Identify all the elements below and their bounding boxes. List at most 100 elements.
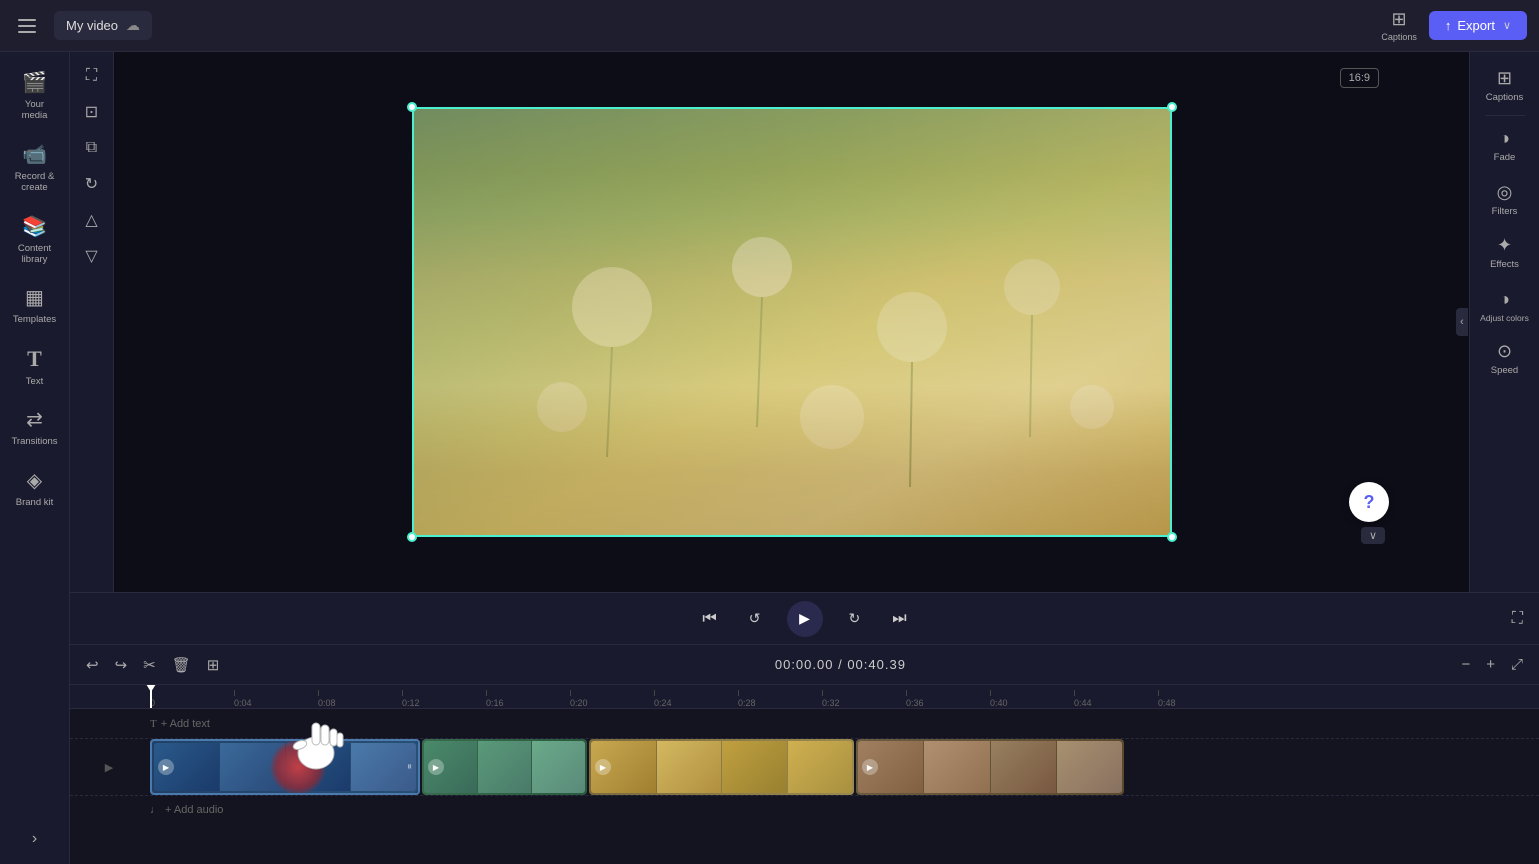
timeline-area: ↩ ↪ ✂ 🗑 ⊞ 00:00.00 / 00:40.39 − + ⤢ (70, 644, 1539, 864)
pip-tool-btn[interactable]: ⧉ (76, 132, 108, 164)
help-chevron-btn[interactable]: ∨ (1361, 527, 1385, 544)
fit-timeline-btn[interactable]: ⤢ (1507, 652, 1527, 677)
chevron-down-icon: ∨ (1369, 530, 1377, 542)
undo-btn[interactable]: ↩ (82, 652, 103, 678)
clip-1-thumb-3 (286, 743, 351, 791)
video-clip-2[interactable]: ▶ (422, 739, 587, 795)
add-media-btn[interactable]: ⊞ (203, 652, 224, 678)
sidebar-item-your-media[interactable]: 🎬 Your media (6, 60, 64, 132)
sidebar-item-label-templates: Templates (13, 314, 56, 325)
add-text-btn[interactable]: T + Add text (150, 718, 210, 730)
tool-panel: ⛶ ⊡ ⧉ ↻ △ ▽ (70, 52, 114, 592)
fade-label: Fade (1494, 152, 1516, 163)
sidebar-item-templates[interactable]: ▦ Templates (6, 275, 64, 335)
playhead[interactable] (150, 685, 152, 708)
video-title-tab[interactable]: My video ☁ (54, 11, 152, 40)
ruler-mark-12: 0:12 (402, 690, 486, 708)
sidebar-item-transitions[interactable]: ⇄ Transitions (6, 397, 64, 457)
clip-2-thumb-2 (478, 741, 531, 793)
zoom-in-btn[interactable]: + (1482, 652, 1499, 677)
delete-btn[interactable]: 🗑 (168, 652, 195, 678)
fullscreen-icon: ⛶ (1512, 610, 1523, 627)
text-track: T + Add text (70, 709, 1539, 739)
corner-handle-bottom-left[interactable] (407, 532, 417, 542)
add-text-label-text: + Add text (161, 718, 210, 730)
help-button[interactable]: ? (1349, 482, 1389, 522)
main-area: 🎬 Your media 📹 Record & create 📚 Content… (0, 52, 1539, 864)
right-tool-fade[interactable]: ◑ Fade (1475, 120, 1535, 171)
rewind-5s-btn[interactable]: ↺ (743, 604, 767, 633)
cloud-icon: ☁ (126, 17, 140, 34)
crop-tool-btn[interactable]: ⊡ (76, 96, 108, 128)
right-panel-collapse-btn[interactable]: ‹ (1456, 308, 1468, 336)
video-track-icon: ▶ (105, 761, 113, 774)
sidebar-item-brand-kit[interactable]: ◈ Brand kit (6, 458, 64, 518)
ruler-mark-0: 0 (150, 690, 234, 708)
skip-to-end-btn[interactable]: ⏭ (886, 604, 912, 634)
your-media-icon: 🎬 (22, 70, 47, 95)
timeline-ruler: 0 0:04 0:08 0:12 0:16 0:20 0:24 0:28 0:3… (70, 685, 1539, 709)
rewind-5-icon: ↺ (749, 610, 761, 627)
right-tool-speed[interactable]: ⊙ Speed (1475, 333, 1535, 384)
skip-to-start-btn[interactable]: ⏮ (696, 604, 722, 634)
right-tool-adjust-colors[interactable]: ◑ Adjust colors (1475, 281, 1535, 331)
add-audio-btn[interactable]: ♩ + Add audio (150, 804, 223, 816)
corner-handle-top-right[interactable] (1167, 102, 1177, 112)
fullscreen-tool-btn[interactable]: ⛶ (76, 60, 108, 92)
audio-track: ♩ + Add audio (70, 795, 1539, 823)
captions-tool-label: Captions (1486, 92, 1524, 103)
corner-handle-top-left[interactable] (407, 102, 417, 112)
sidebar-collapse-btn[interactable]: › (24, 822, 45, 856)
topbar-right: ⊞ Captions ↑ Export ∨ (1381, 9, 1527, 42)
rotate-tool-btn[interactable]: ↻ (76, 168, 108, 200)
left-sidebar: 🎬 Your media 📹 Record & create 📚 Content… (0, 52, 70, 864)
play-pause-btn[interactable]: ▶ (787, 601, 823, 637)
flip-vertical-tool-btn[interactable]: ▽ (76, 240, 108, 272)
current-time: 00:00.00 (775, 657, 834, 672)
zoom-out-btn[interactable]: − (1457, 652, 1474, 677)
sidebar-item-text[interactable]: T Text (6, 336, 64, 397)
export-label: Export (1457, 18, 1495, 33)
clip-3-thumb-3 (722, 741, 787, 793)
ruler-mark-16: 0:16 (486, 690, 570, 708)
ruler-mark-8: 0:08 (318, 690, 402, 708)
video-clip-3[interactable]: ▶ (589, 739, 854, 795)
export-button[interactable]: ↑ Export ∨ (1429, 11, 1527, 40)
playhead-triangle (146, 685, 156, 692)
transitions-icon: ⇄ (26, 407, 43, 432)
flip-horizontal-tool-btn[interactable]: △ (76, 204, 108, 236)
sidebar-item-content-library[interactable]: 📚 Content library (6, 204, 64, 276)
corner-handle-bottom-right[interactable] (1167, 532, 1177, 542)
ruler-mark-44: 0:44 (1074, 690, 1158, 708)
filters-label: Filters (1492, 206, 1518, 217)
video-clip-4[interactable]: ▶ (856, 739, 1124, 795)
captions-icon: ⊞ (1497, 68, 1512, 89)
ruler-mark-36: 0:36 (906, 690, 990, 708)
cut-btn[interactable]: ✂ (139, 652, 160, 678)
hamburger-menu-icon[interactable] (12, 13, 42, 39)
preview-fullscreen-btn[interactable]: ⛶ (1512, 610, 1523, 628)
clip-4-play-icon: ▶ (862, 759, 878, 775)
right-tool-effects[interactable]: ✦ Effects (1475, 227, 1535, 278)
sidebar-item-record-create[interactable]: 📹 Record & create (6, 132, 64, 204)
sidebar-item-label-brand-kit: Brand kit (16, 497, 54, 508)
ruler-mark-4: 0:04 (234, 690, 318, 708)
redo-btn[interactable]: ↪ (111, 652, 132, 678)
timeline-toolbar: ↩ ↪ ✂ 🗑 ⊞ 00:00.00 / 00:40.39 − + ⤢ (70, 645, 1539, 685)
clip-2-play-icon: ▶ (428, 759, 444, 775)
export-chevron-icon: ∨ (1503, 19, 1511, 32)
right-tool-filters[interactable]: ◎ Filters (1475, 174, 1535, 225)
forward-5s-btn[interactable]: ↻ (843, 604, 867, 633)
right-tool-captions[interactable]: ⊞ Captions (1475, 60, 1535, 111)
video-clip-1[interactable]: ▶ ⏸ (150, 739, 420, 795)
topbar-left: My video ☁ (12, 11, 1381, 40)
clip-1-thumb-2 (220, 743, 285, 791)
aspect-ratio-controls: 16:9 (1340, 64, 1379, 88)
clip-4-thumb-3 (991, 741, 1056, 793)
text-track-icon: T (150, 718, 157, 730)
aspect-ratio-badge[interactable]: 16:9 (1340, 68, 1379, 88)
ruler-marks: 0 0:04 0:08 0:12 0:16 0:20 0:24 0:28 0:3… (150, 685, 1242, 708)
ruler-mark-28: 0:28 (738, 690, 822, 708)
speed-icon: ⊙ (1497, 341, 1512, 362)
captions-button[interactable]: ⊞ Captions (1381, 9, 1417, 42)
